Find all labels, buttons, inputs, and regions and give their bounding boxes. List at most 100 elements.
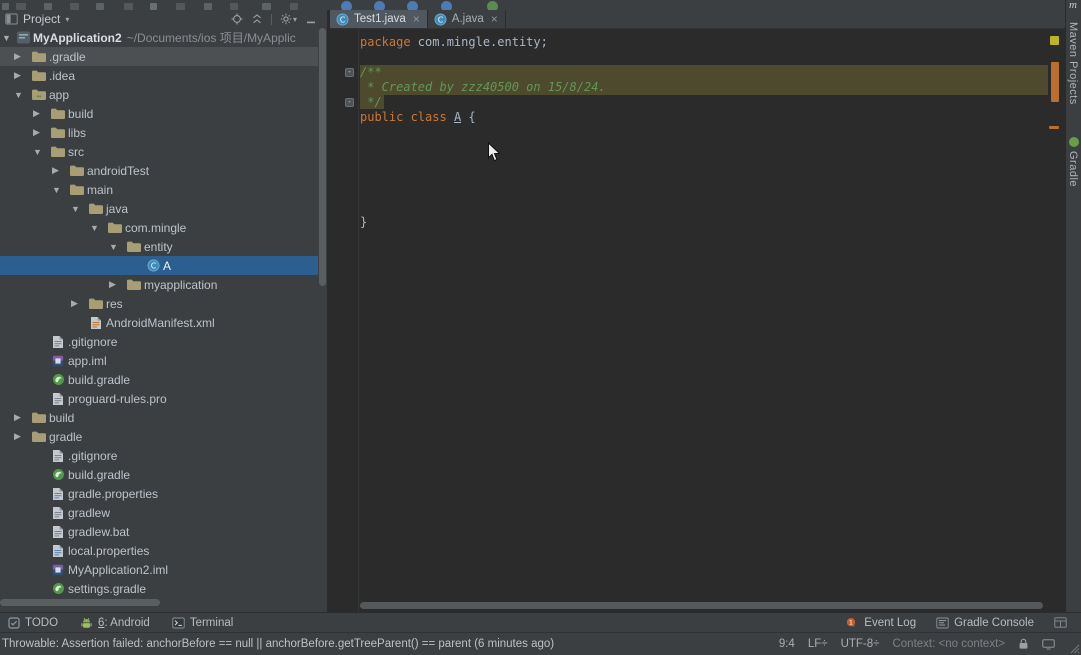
tree-item-myapplication[interactable]: ▶myapplication — [0, 275, 318, 294]
caret-position[interactable]: 9:4 — [779, 638, 795, 650]
tree-item-a[interactable]: CA — [0, 256, 318, 275]
tree-item-java[interactable]: ▼java — [0, 199, 318, 218]
folder-icon — [86, 202, 106, 215]
line-separator-indicator[interactable]: LF÷ — [808, 638, 828, 650]
expanded-arrow-icon[interactable]: ▼ — [88, 223, 105, 233]
tree-item-app-iml[interactable]: app.iml — [0, 351, 318, 370]
tab-a-java[interactable]: CA.java× — [428, 10, 506, 28]
tree-item-label: app.iml — [68, 354, 107, 368]
collapsed-arrow-icon[interactable]: ▶ — [12, 70, 29, 81]
tool-button-6-android[interactable]: 6: Android — [80, 617, 150, 629]
project-icon — [13, 30, 33, 45]
folder-icon — [124, 240, 144, 253]
code-area[interactable]: package com.mingle.entity;/** * Created … — [330, 29, 1065, 612]
tree-item-gradlew[interactable]: gradlew — [0, 503, 318, 522]
gear-button[interactable]: ▾ — [280, 13, 297, 25]
tree-vertical-scrollbar[interactable] — [319, 28, 326, 286]
tree-item-proguard-rules-pro[interactable]: proguard-rules.pro — [0, 389, 318, 408]
collapsed-arrow-icon[interactable]: ▶ — [12, 431, 29, 442]
expanded-arrow-icon[interactable]: ▼ — [12, 90, 29, 100]
tree-item-local-properties[interactable]: local.properties — [0, 541, 318, 560]
tree-item-com-mingle[interactable]: ▼com.mingle — [0, 218, 318, 237]
encoding-indicator[interactable]: UTF-8÷ — [841, 638, 880, 650]
tree-item-label: .gradle — [49, 50, 86, 64]
tool-button-gradle[interactable]: Gradle — [1067, 151, 1079, 187]
selection-highlight: */ — [360, 95, 384, 109]
tree-item-res[interactable]: ▶res — [0, 294, 318, 313]
tree-item-main[interactable]: ▼main — [0, 180, 318, 199]
gradle-icon — [48, 373, 68, 386]
collapsed-arrow-icon[interactable]: ▶ — [50, 165, 67, 176]
collapsed-arrow-icon[interactable]: ▶ — [12, 51, 29, 62]
code-line: */ — [360, 95, 1048, 110]
lock-icon[interactable] — [1018, 638, 1029, 650]
expanded-arrow-icon[interactable]: ▼ — [69, 204, 86, 214]
tree-item-gradle[interactable]: ▶gradle — [0, 427, 318, 446]
tree-item-gradle-properties[interactable]: gradle.properties — [0, 484, 318, 503]
screen-icon[interactable] — [1042, 639, 1055, 650]
hide-button[interactable] — [305, 13, 317, 25]
tree-item-label: gradlew — [68, 506, 110, 520]
tool-button-layout-icon[interactable] — [1054, 617, 1067, 629]
tree-item-settings-gradle[interactable]: settings.gradle — [0, 579, 318, 598]
event-log-icon: 1 — [846, 617, 859, 629]
tree-item--idea[interactable]: ▶.idea — [0, 66, 318, 85]
close-icon[interactable]: × — [413, 14, 420, 24]
expanded-arrow-icon[interactable]: ▼ — [2, 33, 13, 43]
tool-button-event-log[interactable]: 1Event Log — [846, 617, 916, 629]
expanded-arrow-icon[interactable]: ▼ — [31, 147, 48, 157]
tool-button-label: Gradle Console — [954, 617, 1034, 629]
toolbar-icon-fragment — [176, 3, 185, 10]
error-stripe-mark[interactable] — [1049, 126, 1059, 129]
tree-item-myapplication2-iml[interactable]: MyApplication2.iml — [0, 560, 318, 579]
fold-open-icon[interactable]: - — [345, 68, 354, 77]
tree-item-build-gradle[interactable]: build.gradle — [0, 370, 318, 389]
tool-button-maven-projects[interactable]: Maven Projects — [1067, 22, 1079, 105]
toolbar-run-icon-fragment — [374, 1, 385, 10]
expanded-arrow-icon[interactable]: ▼ — [50, 185, 67, 195]
tree-item-build[interactable]: ▶build — [0, 408, 318, 427]
tool-button-todo[interactable]: TODO — [8, 617, 58, 629]
collapsed-arrow-icon[interactable]: ▶ — [31, 127, 48, 138]
folder-icon — [29, 69, 49, 82]
fold-close-icon[interactable]: - — [345, 98, 354, 107]
tree-item-gradlew-bat[interactable]: gradlew.bat — [0, 522, 318, 541]
tree-item-entity[interactable]: ▼entity — [0, 237, 318, 256]
tree-item-label: gradlew.bat — [68, 525, 129, 539]
collapsed-arrow-icon[interactable]: ▶ — [31, 108, 48, 119]
close-icon[interactable]: × — [491, 14, 498, 24]
chevron-down-icon[interactable]: ▾ — [65, 15, 69, 24]
project-panel-title[interactable]: Project — [23, 12, 60, 26]
tree-item--gradle[interactable]: ▶ .gradle — [0, 47, 318, 66]
tree-item-src[interactable]: ▼src — [0, 142, 318, 161]
tree-item-androidmanifest-xml[interactable]: AndroidManifest.xml — [0, 313, 318, 332]
collapsed-arrow-icon[interactable]: ▶ — [107, 279, 124, 290]
folder-icon — [48, 145, 68, 158]
tree-item-androidtest[interactable]: ▶androidTest — [0, 161, 318, 180]
tree-item-app[interactable]: ▼app — [0, 85, 318, 104]
status-widgets: 9:4 LF÷ UTF-8÷ Context: <no context> — [779, 638, 1081, 650]
tree-item-build-gradle[interactable]: build.gradle — [0, 465, 318, 484]
collapsed-arrow-icon[interactable]: ▶ — [69, 298, 86, 309]
tree-item-libs[interactable]: ▶libs — [0, 123, 318, 142]
code-region[interactable]: package com.mingle.entity;/** * Created … — [330, 29, 1065, 612]
tree-item-build[interactable]: ▶build — [0, 104, 318, 123]
ide-window: Project ▾ ▾ ▼MyApplication2~/Documents/i… — [0, 0, 1081, 655]
collapsed-arrow-icon[interactable]: ▶ — [12, 412, 29, 423]
tab-test1-java[interactable]: CTest1.java× — [330, 10, 428, 28]
tree-horizontal-scrollbar[interactable] — [0, 599, 160, 606]
tool-button-gradle-console[interactable]: Gradle Console — [936, 617, 1034, 629]
resize-grip-icon[interactable] — [1068, 642, 1080, 654]
collapse-all-button[interactable] — [251, 13, 263, 25]
tree-item-myapplication2[interactable]: ▼MyApplication2~/Documents/ios 项目/MyAppl… — [0, 28, 318, 47]
tree-item--gitignore[interactable]: .gitignore — [0, 446, 318, 465]
error-stripe-mark[interactable] — [1050, 36, 1059, 45]
editor[interactable]: CTest1.java×CA.java× package com.mingle.… — [330, 10, 1065, 612]
tool-button-terminal[interactable]: Terminal — [172, 617, 233, 629]
tree-item--gitignore[interactable]: .gitignore — [0, 332, 318, 351]
error-stripe-mark[interactable] — [1051, 62, 1059, 102]
toolbar-icon-fragment — [290, 3, 298, 10]
editor-horizontal-scrollbar[interactable] — [360, 602, 1043, 609]
locate-button[interactable] — [231, 13, 243, 25]
expanded-arrow-icon[interactable]: ▼ — [107, 242, 124, 252]
